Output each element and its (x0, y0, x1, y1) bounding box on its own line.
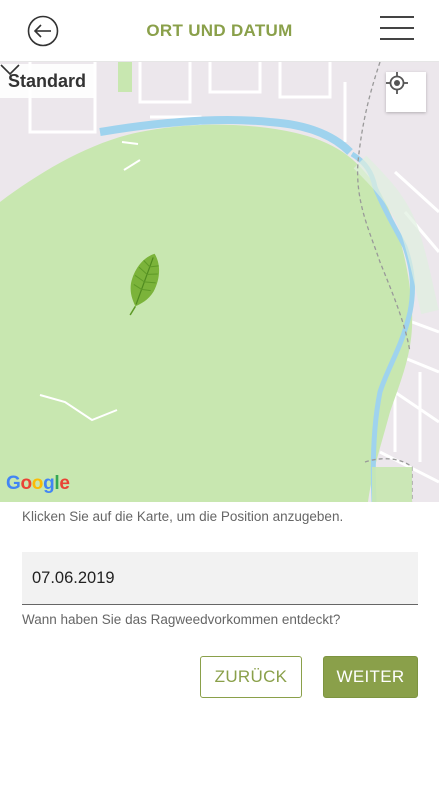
app-header: ORT UND DATUM (0, 0, 439, 62)
map-type-selector[interactable]: Standard (0, 64, 95, 98)
hamburger-menu-button[interactable] (380, 16, 414, 44)
crosshair-location-icon (386, 72, 408, 94)
park-area (0, 124, 413, 502)
park-strip (118, 62, 132, 92)
page-title: ORT UND DATUM (146, 21, 293, 40)
date-helper-text: Wann haben Sie das Ragweedvorkommen entd… (22, 612, 341, 627)
google-logo: Google (6, 473, 70, 494)
my-location-button[interactable] (386, 72, 426, 112)
map-view[interactable]: Standard Google (0, 62, 439, 502)
chevron-down-icon (0, 64, 20, 76)
menu-line (380, 27, 414, 29)
date-input[interactable]: 07.06.2019 (22, 552, 418, 605)
map-canvas (0, 62, 439, 502)
menu-line (380, 16, 414, 18)
next-step-button[interactable]: WEITER (323, 656, 418, 698)
back-step-button[interactable]: ZURÜCK (200, 656, 302, 698)
date-value: 07.06.2019 (32, 568, 115, 587)
map-hint-text: Klicken Sie auf die Karte, um die Positi… (22, 509, 344, 524)
menu-line (380, 38, 414, 40)
